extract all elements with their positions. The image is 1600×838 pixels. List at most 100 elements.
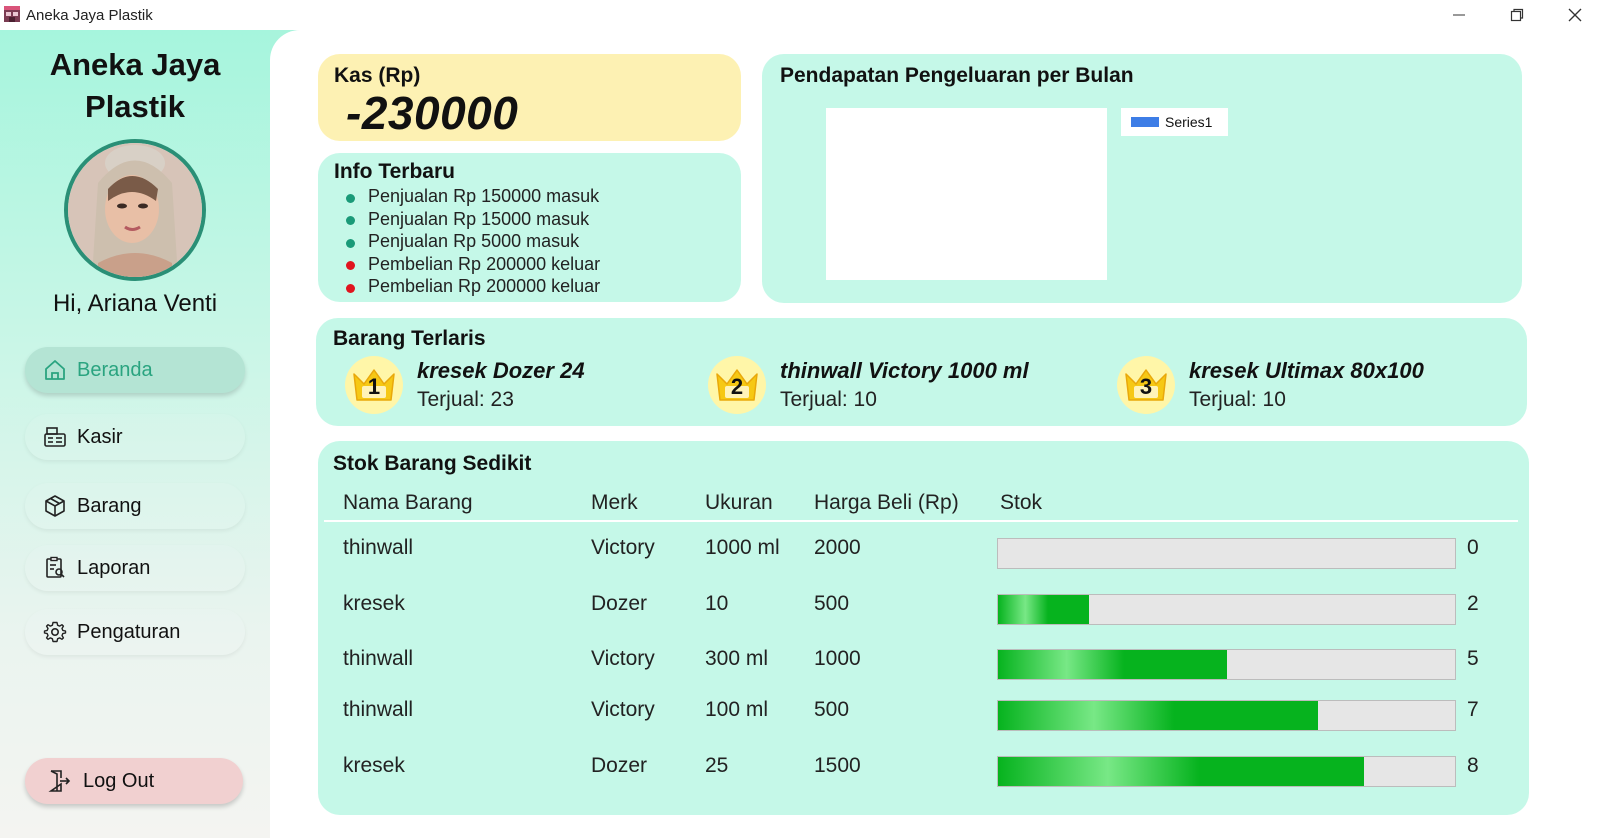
- column-header: Nama Barang: [343, 491, 473, 514]
- stock-value: 7: [1467, 698, 1479, 721]
- column-header: Merk: [591, 491, 638, 514]
- table-row[interactable]: thinwall Victory 1000 ml 2000 0: [318, 536, 1529, 576]
- logout-button[interactable]: Log Out: [25, 758, 243, 804]
- table-row[interactable]: kresek Dozer 25 1500 8: [318, 754, 1529, 794]
- low-stock-card: Stok Barang Sedikit Nama Barang Merk Uku…: [318, 441, 1529, 815]
- nav-label-barang: Barang: [77, 494, 142, 517]
- status-dot: [346, 261, 355, 271]
- stock-progress-bar: [997, 756, 1456, 787]
- stock-value: 5: [1467, 647, 1479, 670]
- stock-value: 8: [1467, 754, 1479, 777]
- stock-progress-fill: [998, 757, 1364, 786]
- nav-label-beranda: Beranda: [77, 358, 153, 381]
- nav-pengaturan[interactable]: Pengaturan: [25, 609, 245, 655]
- best-seller-sold: Terjual: 10: [1189, 388, 1286, 411]
- info-list: Penjualan Rp 150000 masuk Penjualan Rp 1…: [346, 185, 600, 298]
- status-dot: [346, 238, 355, 248]
- rank-number: 2: [730, 374, 744, 399]
- info-item: Penjualan Rp 5000 masuk: [346, 230, 600, 253]
- kas-label: Kas (Rp): [334, 64, 421, 87]
- nav-laporan[interactable]: Laporan: [25, 545, 245, 591]
- nav-beranda[interactable]: Beranda: [25, 347, 245, 393]
- brand-text: Aneka Jaya Plastik: [49, 47, 221, 124]
- nav-label-pengaturan: Pengaturan: [77, 620, 181, 643]
- crown-icon: 2: [708, 356, 766, 414]
- crown-icon: 1: [345, 356, 403, 414]
- cell-harga-beli: 500: [814, 592, 850, 615]
- cell-nama-barang: kresek: [343, 754, 405, 777]
- avatar-image: [68, 143, 202, 277]
- close-icon: [1568, 8, 1582, 22]
- restore-button[interactable]: [1494, 0, 1540, 30]
- cell-merk: Victory: [591, 647, 655, 670]
- home-icon: [45, 360, 65, 380]
- cell-harga-beli: 1500: [814, 754, 861, 777]
- best-seller-name: kresek Dozer 24: [417, 358, 585, 383]
- info-item: Penjualan Rp 15000 masuk: [346, 208, 600, 231]
- column-header: Stok: [1000, 491, 1043, 514]
- rank-number: 3: [1139, 374, 1153, 399]
- minimize-icon: [1453, 14, 1465, 16]
- title-bar: Aneka Jaya Plastik: [0, 0, 1600, 30]
- chart-legend: Series1: [1121, 108, 1228, 136]
- cell-ukuran: 1000 ml: [705, 536, 780, 559]
- chart-card: Pendapatan Pengeluaran per Bulan Series1: [762, 54, 1522, 303]
- info-item-text: Pembelian Rp 200000 keluar: [368, 253, 601, 274]
- logout-icon: [48, 770, 71, 792]
- nav-barang[interactable]: Barang: [25, 483, 245, 529]
- stock-progress-fill: [998, 701, 1318, 730]
- kas-card: Kas (Rp) -230000: [318, 54, 741, 141]
- rank-number: 1: [367, 374, 381, 399]
- info-item: Pembelian Rp 200000 keluar: [346, 253, 600, 276]
- table-row[interactable]: thinwall Victory 100 ml 500 7: [318, 698, 1529, 738]
- table-row[interactable]: thinwall Victory 300 ml 1000 5: [318, 647, 1529, 687]
- window-title: Aneka Jaya Plastik: [26, 7, 153, 24]
- info-item-text: Penjualan Rp 5000 masuk: [368, 231, 580, 251]
- table-row[interactable]: kresek Dozer 10 500 2: [318, 592, 1529, 632]
- stock-progress-bar: [997, 538, 1456, 569]
- cell-harga-beli: 2000: [814, 536, 861, 559]
- avatar: [64, 139, 206, 281]
- stock-progress-bar: [997, 649, 1456, 680]
- cell-merk: Victory: [591, 698, 655, 721]
- stock-value: 2: [1467, 592, 1479, 615]
- stock-progress-fill: [998, 595, 1090, 624]
- info-item-text: Penjualan Rp 15000 masuk: [368, 208, 590, 229]
- nav-kasir[interactable]: Kasir: [25, 414, 245, 460]
- cashier-icon: [44, 427, 66, 447]
- info-item-text: Pembelian Rp 200000 keluar: [368, 276, 601, 296]
- cell-ukuran: 100 ml: [705, 698, 769, 721]
- legend-swatch: [1131, 117, 1159, 127]
- kas-value: -230000: [346, 87, 519, 139]
- chart-plot-area: [826, 108, 1107, 280]
- cell-nama-barang: thinwall: [343, 698, 414, 721]
- low-stock-title: Stok Barang Sedikit: [333, 452, 532, 475]
- cell-nama-barang: thinwall: [343, 536, 414, 559]
- cell-merk: Dozer: [591, 754, 648, 777]
- best-seller-card: Barang Terlaris 1 kresek Dozer 24 Terjua…: [316, 318, 1527, 426]
- logout-label: Log Out: [83, 769, 155, 792]
- best-seller-sold: Terjual: 10: [780, 388, 877, 411]
- box-icon: [45, 495, 65, 517]
- stock-progress-fill: [998, 650, 1227, 679]
- status-dot: [346, 193, 355, 203]
- crown-icon: 3: [1117, 356, 1175, 414]
- nav-label-kasir: Kasir: [77, 425, 123, 448]
- nav-label-laporan: Laporan: [77, 556, 151, 579]
- report-icon: [46, 556, 65, 578]
- info-title: Info Terbaru: [334, 160, 455, 183]
- greeting-text: Hi, Ariana Venti: [52, 290, 218, 317]
- cell-ukuran: 300 ml: [705, 647, 769, 670]
- stock-progress-bar: [997, 700, 1456, 731]
- cell-merk: Victory: [591, 536, 655, 559]
- cell-nama-barang: thinwall: [343, 647, 414, 670]
- legend-label: Series1: [1165, 114, 1213, 130]
- minimize-button[interactable]: [1436, 0, 1482, 30]
- best-seller-title: Barang Terlaris: [333, 327, 486, 350]
- sidebar-corner: [270, 30, 300, 60]
- info-item: Penjualan Rp 150000 masuk: [346, 185, 600, 208]
- close-button[interactable]: [1552, 0, 1598, 30]
- cell-harga-beli: 1000: [814, 647, 861, 670]
- cell-merk: Dozer: [591, 592, 648, 615]
- status-dot: [346, 283, 355, 293]
